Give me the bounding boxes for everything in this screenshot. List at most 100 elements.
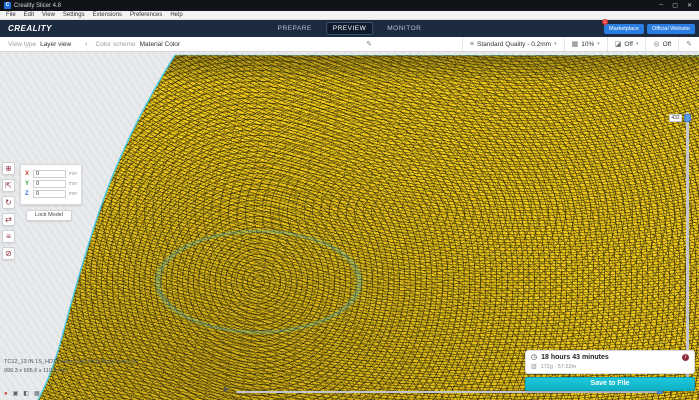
camera-view-icon[interactable]: ◧ [23,390,29,397]
view-toolbar: View type Layer view ‹ Color scheme Mate… [0,37,699,52]
infill-selector[interactable]: ▦ 10% ▾ [565,37,608,51]
infill-value: 10% [581,40,595,48]
chevron-down-icon: ▾ [597,41,600,47]
view-type-dropdown[interactable]: Layer view [40,41,71,48]
stage-tabs: PREPARE PREVIEW MONITOR [272,22,428,35]
menu-preferences[interactable]: Preferences [126,12,166,18]
menu-bar: File Edit View Settings Extensions Prefe… [0,11,699,20]
window-controls: ─ ▢ ✕ [659,2,695,9]
support-blocker-icon: ⊘ [5,249,12,258]
menu-settings[interactable]: Settings [59,12,89,18]
print-time-row: ◷ 18 hours 43 minutes i [531,354,689,361]
support-selector[interactable]: ◪ Off ▾ [608,37,647,51]
x-unit-label: mm [68,171,77,177]
z-position-field[interactable]: 0 [33,190,66,198]
print-profile-selector[interactable]: ≡ Standard Quality - 0.2mm ▾ [463,37,565,51]
tool-strip: ⊕ ⇱ ↻ ⇄ ≡ ⊘ [2,162,15,260]
model-info: TC12_13 IN 1S_HD73 outer bush body 3pcs(… [4,358,137,376]
title-bar: C Creality Slicer 4.8 ─ ▢ ✕ [0,0,699,11]
color-scheme-dropdown[interactable]: Material Color [140,41,180,48]
per-model-settings-icon: ≡ [6,232,11,241]
menu-view[interactable]: View [38,12,59,18]
lock-model-button[interactable]: Lock Model [26,210,72,221]
grid-view-icon[interactable]: ▦ [34,390,40,397]
material-usage: 172g · 57.52m [540,364,577,370]
sliced-model-preview[interactable] [0,52,699,400]
chevron-down-icon: ▾ [554,41,557,47]
view-type-label: View type [8,40,37,48]
marketplace-button[interactable]: Marketplace [604,23,644,34]
rotate-icon: ↻ [5,198,12,207]
adhesion-selector[interactable]: ◎ Off [646,37,680,51]
view-settings-group: View type Layer view ‹ Color scheme Mate… [0,41,186,48]
material-usage-row: ▥ 172g · 57.52m [531,364,689,370]
layer-slider-handle[interactable] [684,114,691,122]
edit-print-settings[interactable]: ✎ [679,37,699,51]
z-unit-label: mm [68,191,77,197]
layer-slider-track[interactable] [686,112,689,388]
filament-spool-icon: ▥ [531,364,537,370]
record-dot-icon[interactable]: ● [4,391,8,397]
edit-view-settings-icon[interactable]: ✎ [366,40,372,48]
per-model-settings-button[interactable]: ≡ [2,230,15,243]
tab-preview[interactable]: PREVIEW [325,22,374,35]
clock-icon: ◷ [531,354,538,361]
minimize-button[interactable]: ─ [659,2,663,9]
y-position-field[interactable]: 0 [33,180,66,188]
tab-prepare[interactable]: PREPARE [272,23,318,34]
3d-viewport[interactable]: ⊕ ⇱ ↻ ⇄ ≡ ⊘ X 0 mm Y 0 mm Z 0 mm Lock Mo… [0,52,699,400]
close-button[interactable]: ✕ [687,2,692,9]
creality-logo: CREALITY [8,24,52,33]
print-settings-bar: ≡ Standard Quality - 0.2mm ▾ ▦ 10% ▾ ◪ O… [461,37,699,51]
maximize-button[interactable]: ▢ [672,2,678,9]
print-profile-value: Standard Quality - 0.2mm [477,40,552,48]
collapse-panel-icon[interactable]: ‹ [85,41,87,48]
notification-badge: 1 [602,18,609,25]
mirror-tool-button[interactable]: ⇄ [2,213,15,226]
menu-file[interactable]: File [2,12,20,18]
model-filename: TC12_13 IN 1S_HD73 outer bush body 3pcs(… [4,359,137,365]
viewport-corner-icons: ● ▣ ◧ ▦ [4,390,40,398]
mirror-icon: ⇄ [5,215,12,224]
z-position-row: Z 0 mm [25,190,77,198]
tab-monitor[interactable]: MONITOR [381,23,427,34]
support-blocker-button[interactable]: ⊘ [2,247,15,260]
scale-icon: ⇱ [5,181,12,190]
support-value: Off [624,40,633,48]
infill-icon: ▦ [571,41,579,48]
scale-tool-button[interactable]: ⇱ [2,179,15,192]
position-panel: X 0 mm Y 0 mm Z 0 mm [20,164,82,205]
window-title: Creality Slicer 4.8 [14,2,62,9]
profile-icon: ≡ [469,40,475,48]
print-time-estimate: 18 hours 43 minutes [541,354,609,361]
move-tool-button[interactable]: ⊕ [2,162,15,175]
y-unit-label: mm [68,181,77,187]
color-scheme-label: Color scheme [95,40,136,48]
official-website-button[interactable]: Official Website [646,23,695,34]
print-summary-card: ◷ 18 hours 43 minutes i ▥ 172g · 57.52m [525,350,695,374]
chevron-down-icon: ▾ [635,41,639,47]
x-axis-label: X [25,171,30,177]
y-position-row: Y 0 mm [25,180,77,188]
menu-extensions[interactable]: Extensions [89,12,126,18]
app-header: CREALITY PREPARE PREVIEW MONITOR 1 Marke… [0,18,699,37]
app-window: C Creality Slicer 4.8 ─ ▢ ✕ File Edit Vi… [0,0,699,400]
header-actions: 1 Marketplace Official Website [602,18,695,34]
rotate-tool-button[interactable]: ↻ [2,196,15,209]
simulation-slider-track[interactable] [236,391,661,393]
adhesion-value: Off [662,40,672,48]
x-position-field[interactable]: 0 [33,170,66,178]
support-icon: ◪ [614,41,622,48]
play-icon[interactable]: ▶ [224,386,229,393]
save-to-file-button[interactable]: Save to File [525,377,695,391]
info-icon[interactable]: i [682,354,689,361]
adhesion-icon: ◎ [653,41,660,48]
move-icon: ⊕ [5,164,12,173]
x-position-row: X 0 mm [25,170,77,178]
layer-number-badge: 432 [669,114,682,122]
z-axis-label: Z [25,191,29,197]
model-dimensions: 999.3 x 695.6 x 110.9 mm [4,368,68,374]
menu-edit[interactable]: Edit [20,12,38,18]
view-option-icon[interactable]: ▣ [13,390,19,397]
menu-help[interactable]: Help [166,12,186,18]
